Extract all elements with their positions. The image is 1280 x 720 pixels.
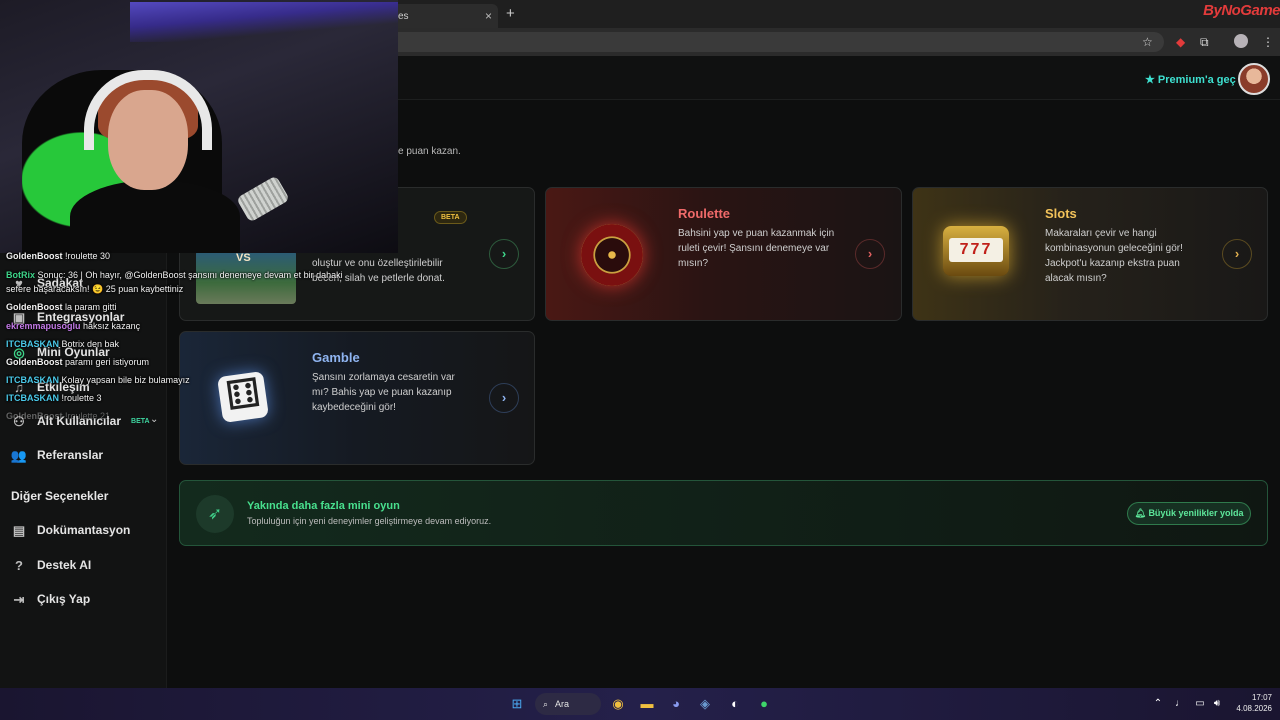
extension-icon[interactable]: ◆ [1176, 35, 1185, 49]
profile-icon[interactable] [1234, 34, 1248, 48]
clock-date: 4.08.2026 [1236, 704, 1272, 713]
dice-icon: ⚅ [217, 371, 269, 423]
card-description: Makaraları çevir ve hangi kombinasyonun … [1045, 228, 1183, 284]
open-roulette-button[interactable]: › [855, 239, 885, 269]
banner-title: Yakında daha fazla mini oyun [247, 500, 400, 512]
sidebar-item-label: Destek AI [37, 558, 92, 572]
sidebar-item-label: Çıkış Yap [37, 592, 91, 606]
chat-message: ITCBASKAN Botrix den bak [6, 339, 120, 349]
discord-icon[interactable]: ◕ [666, 694, 686, 714]
card-description: Şansını zorlamaya cesaretin var mı? Bahi… [312, 372, 455, 413]
chat-message: GoldenBoost !roulette 30 [6, 251, 111, 261]
upcoming-features-pill[interactable]: 🔔︎ Büyük yenilikler yolda [1127, 502, 1251, 525]
streamer-body [70, 180, 240, 253]
chat-message: GoldenBoost la param gitti [6, 302, 117, 312]
open-slots-button[interactable]: › [1222, 239, 1252, 269]
chevron-up-icon[interactable]: ⌃ [1148, 694, 1168, 714]
card-title: Slots [1045, 206, 1077, 221]
beta-badge: BETA [434, 211, 467, 224]
sidebar-item-cikis-yap[interactable]: ⇥ Çıkış Yap [10, 592, 91, 607]
game-card-roulette[interactable]: Roulette Bahsini yap ve puan kazanmak iç… [545, 187, 902, 321]
game-card-gamble[interactable]: ⚅ Gamble Şansını zorlamaya cesaretin var… [179, 331, 535, 465]
folder-icon[interactable]: ▬ [637, 694, 657, 714]
card-title: Gamble [312, 350, 360, 365]
obs-icon[interactable]: ◐ [725, 694, 745, 714]
screen: { "browser": { "tab_suffix": "es", "tab_… [0, 0, 1280, 720]
referrals-icon: 👥 [10, 448, 28, 463]
card-description: Bahsini yap ve puan kazanmak için ruleti… [678, 228, 835, 269]
bell-icon: 🔔︎ [1134, 508, 1149, 518]
sidebar-item-label: Referanslar [37, 448, 104, 462]
app-icon[interactable]: ◈ [695, 694, 715, 714]
help-icon: ? [15, 558, 23, 573]
led-light [130, 2, 398, 42]
dice-pips-icon: ⚅ [222, 370, 264, 420]
docs-icon: ▤ [12, 523, 26, 538]
vs-icon: VS [236, 252, 251, 264]
chat-message: BotRix Sonuç: 36 | Oh hayır, @GoldenBoos… [6, 270, 343, 280]
sidebar-item-referanslar[interactable]: 👥 Referanslar [10, 448, 104, 463]
game-card-slots[interactable]: 777 Slots Makaraları çevir ve hangi komb… [912, 187, 1268, 321]
page-subtitle: e puan kazan. [398, 146, 461, 157]
sidebar-item-dokumantasyon[interactable]: ▤ Dokümantasyon [10, 523, 131, 538]
chat-message: GoldenBoost !roulette 21 [6, 411, 111, 421]
bookmark-star-icon[interactable]: ☆ [1142, 35, 1153, 49]
windows-start-icon[interactable]: ⊞ [507, 694, 527, 714]
chat-message: GoldenBoost paramı geri istiyorum [6, 357, 150, 367]
close-tab-icon[interactable]: × [485, 9, 492, 23]
chat-message: ITCBASKAN !roulette 3 [6, 393, 102, 403]
address-bar[interactable] [388, 32, 1164, 52]
open-gamble-button[interactable]: › [489, 383, 519, 413]
chat-message: ekremmapusoglu haksız kazanç [6, 321, 141, 331]
chat-message: sefere başaracaksın! 😉 25 puan kaybettin… [6, 284, 184, 294]
sidebar-section-heading: Diğer Seçenekler [11, 489, 109, 503]
search-label: Ara [555, 699, 570, 709]
volume-icon[interactable]: 🔊︎ [1207, 694, 1227, 714]
new-tab-button[interactable]: + [506, 5, 515, 22]
search-icon: ⌕ [543, 699, 549, 709]
sidebar-item-destek-ai[interactable]: ? Destek AI [10, 558, 92, 573]
beta-badge: BETA [131, 417, 150, 425]
pill-label: Büyük yenilikler yolda [1148, 508, 1244, 518]
spotify-icon[interactable]: ● [754, 694, 774, 714]
premium-label: Premium'a geç [1157, 74, 1236, 86]
star-icon: ★ [1145, 74, 1155, 86]
logout-icon: ⇥ [13, 592, 25, 607]
taskbar-search[interactable]: ⌕ Ara [535, 693, 601, 715]
avatar[interactable] [1238, 63, 1270, 95]
roulette-wheel-icon [581, 224, 643, 286]
premium-button[interactable]: ★ Premium'a geç [1145, 73, 1236, 86]
menu-icon[interactable]: ⋮ [1262, 35, 1274, 49]
system-clock[interactable]: 17:07 4.08.2026 [1232, 692, 1272, 714]
webcam-overlay [0, 0, 398, 253]
chevron-down-icon[interactable]: ⌄ [150, 414, 158, 425]
rocket-icon: ➶ [196, 495, 234, 533]
clock-time: 17:07 [1251, 693, 1272, 702]
tab-title: es [398, 11, 409, 22]
microphone-icon [236, 175, 290, 223]
chat-message: ITCBASKAN Kolay yapsan bile biz bulamayı… [6, 375, 190, 385]
card-title: Roulette [678, 206, 730, 221]
slot-machine-icon: 777 [943, 226, 1009, 276]
banner-subtitle: Topluluğun için yeni deneyimler geliştir… [247, 516, 492, 526]
chrome-icon[interactable]: ◉ [608, 694, 628, 714]
browser-tab[interactable]: es × [388, 4, 498, 28]
coming-soon-banner [179, 480, 1268, 546]
slot-sevens-icon: 777 [949, 238, 1003, 262]
puzzle-icon[interactable]: ⧉ [1200, 35, 1209, 50]
brand-logo: ByNoGame [1203, 2, 1280, 19]
microphone-tray-icon[interactable]: ♩ [1170, 694, 1190, 714]
open-battle-button[interactable]: › [489, 239, 519, 269]
sidebar-item-label: Dokümantasyon [37, 523, 131, 537]
